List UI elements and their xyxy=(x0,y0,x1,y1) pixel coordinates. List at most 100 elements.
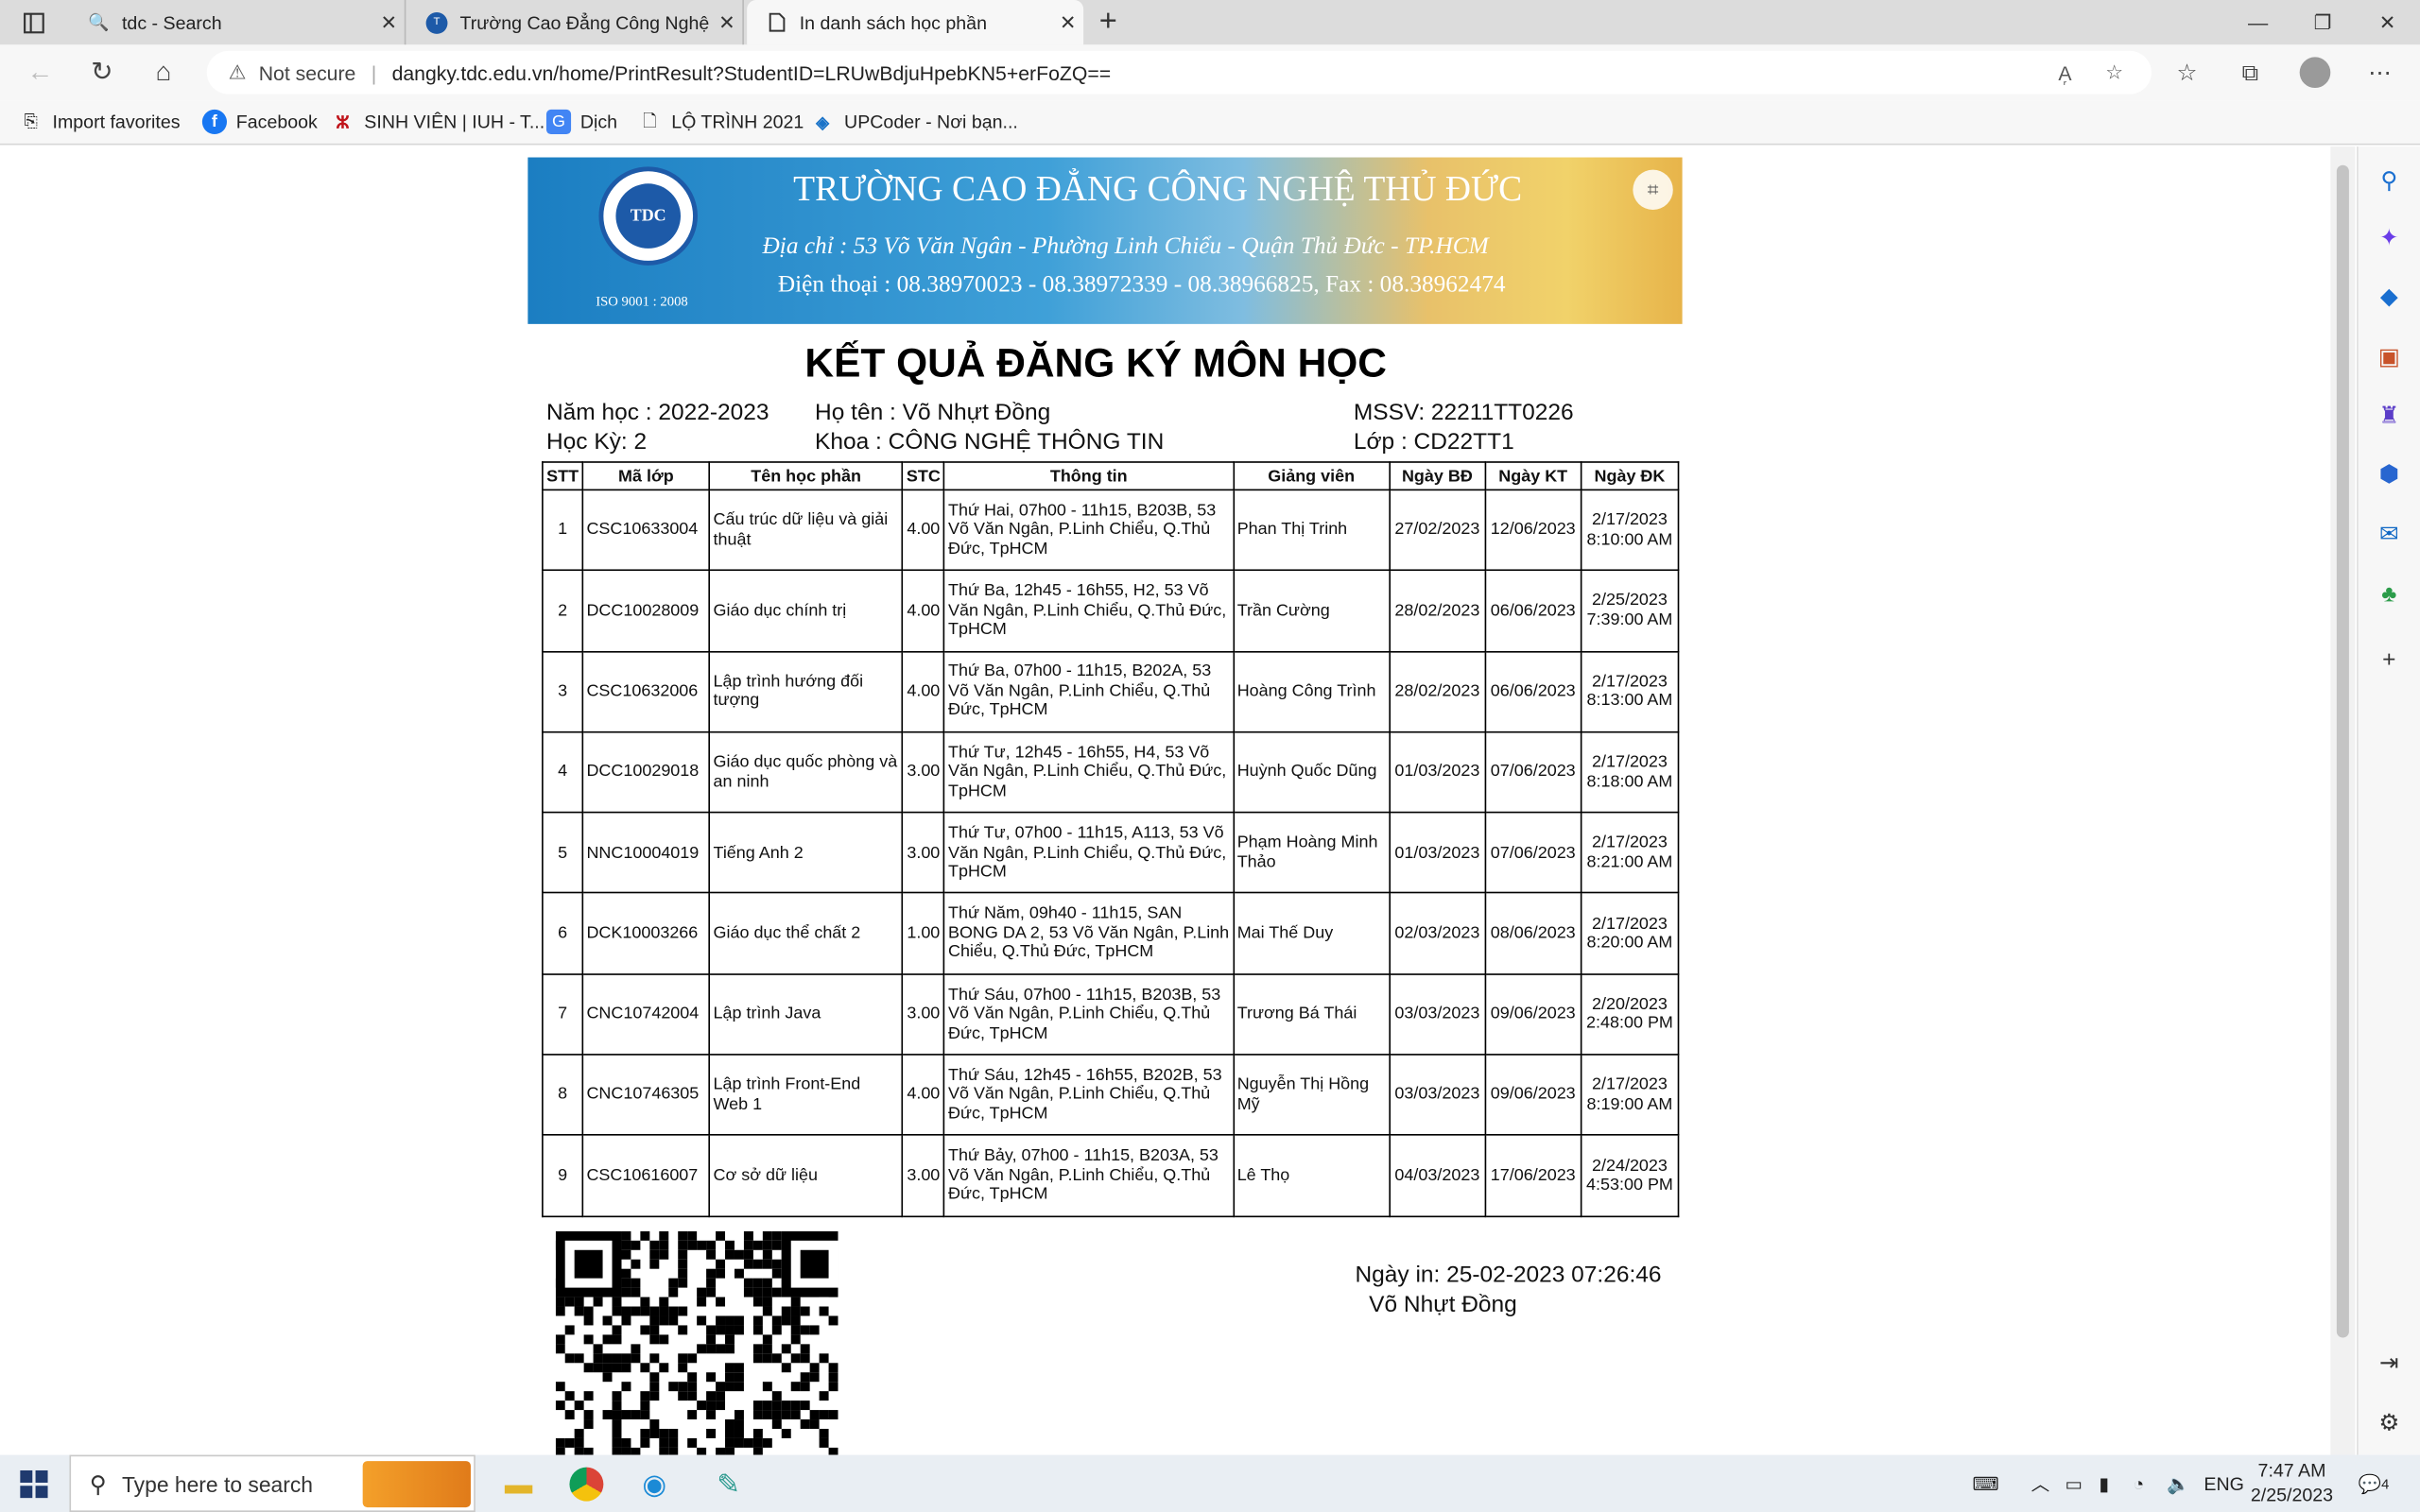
warning-icon[interactable]: ⚠ xyxy=(229,60,247,85)
taskbar-search[interactable]: ⚲ Type here to search xyxy=(69,1454,475,1512)
student-name: Họ tên : Võ Nhựt Đồng xyxy=(815,399,1051,426)
visual-search-icon[interactable]: ⌗ xyxy=(1633,169,1673,211)
search-icon[interactable]: ⚲ xyxy=(2371,162,2408,198)
lecturer: Hoàng Công Trình xyxy=(1232,650,1391,733)
start-date: 02/03/2023 xyxy=(1388,892,1486,975)
read-aloud-icon[interactable]: A᷊ xyxy=(2047,56,2083,90)
end-date: 12/06/2023 xyxy=(1484,489,1582,572)
schedule-info: Thứ Tư, 07h00 - 11h15, A113, 53 Võ Văn N… xyxy=(943,812,1235,895)
favorites-icon[interactable]: ☆ xyxy=(2167,54,2206,91)
app-icon[interactable]: ✎ xyxy=(703,1461,752,1507)
chrome-icon[interactable] xyxy=(562,1461,611,1507)
page-title: KẾT QUẢ ĐĂNG KÝ MÔN HỌC xyxy=(804,339,1387,387)
taskbar: ⚲ Type here to search ▬ ◉ ✎ ⌨ ︿ ▭ ▮ ◔ 🔈 … xyxy=(0,1454,2420,1512)
row-number: 9 xyxy=(542,1134,584,1217)
schedule-info: Thứ Ba, 07h00 - 11h15, B202A, 53 Võ Văn … xyxy=(943,650,1235,733)
tab-print-list[interactable]: In danh sách học phần ✕ xyxy=(747,0,1084,45)
window-close-button[interactable]: ✕ xyxy=(2355,0,2420,44)
outlook-icon[interactable]: ✉ xyxy=(2371,515,2408,552)
column-header: Mã lớp xyxy=(581,461,711,491)
chevron-up-icon[interactable]: ︿ xyxy=(2031,1455,2050,1512)
language-indicator[interactable]: ENG xyxy=(2204,1455,2243,1512)
favorite-lo-trinh[interactable]: 🗋 LỘ TRÌNH 2021 xyxy=(637,107,804,138)
start-date: 27/02/2023 xyxy=(1388,489,1486,572)
close-icon[interactable]: ✕ xyxy=(373,10,405,35)
volume-icon[interactable]: 🔈 xyxy=(2167,1455,2189,1512)
tree-icon[interactable]: ♣ xyxy=(2371,576,2408,612)
school-logo: TDC xyxy=(598,166,698,266)
profile-avatar[interactable] xyxy=(2295,54,2335,91)
favorite-import[interactable]: ⎘ Import favorites xyxy=(19,107,181,138)
refresh-button[interactable]: ↻ xyxy=(80,54,124,91)
page-icon xyxy=(766,11,787,33)
table-row: 9 CSC10616007 Cơ sở dữ liệu 3.00 Thứ Bảy, 07… xyxy=(542,1134,1680,1217)
scrollbar-thumb[interactable] xyxy=(2336,164,2349,1338)
edge-sidebar: ⚲ ✦ ◆ ▣ ♜ ⬢ ✉ ♣ + ⇥ ⚙ xyxy=(2357,146,2420,1455)
games-icon[interactable]: ♜ xyxy=(2371,397,2408,434)
credits: 3.00 xyxy=(901,730,945,814)
end-date: 06/06/2023 xyxy=(1484,569,1582,652)
battery-icon[interactable]: ▮ xyxy=(2099,1455,2109,1512)
tab-actions-button[interactable] xyxy=(12,7,56,41)
print-date: Ngày in: 25-02-2023 07:26:46 xyxy=(1355,1262,1662,1289)
vertical-scrollbar[interactable] xyxy=(2330,146,2356,1455)
file-explorer-icon[interactable]: ▬ xyxy=(493,1461,543,1507)
notification-icon[interactable]: 💬 4 xyxy=(2359,1455,2390,1512)
favorite-upcoder[interactable]: ◈ UPCoder - Nơi bạn... xyxy=(810,107,1018,138)
shopping-icon[interactable]: ◆ xyxy=(2371,278,2408,315)
more-menu-icon[interactable]: ⋯ xyxy=(2360,54,2399,91)
start-date: 03/03/2023 xyxy=(1388,1054,1486,1137)
column-header: Tên học phần xyxy=(708,461,904,491)
address-input[interactable]: ⚠ Not secure | dangky.tdc.edu.vn/home/Pr… xyxy=(206,50,2152,94)
start-button[interactable] xyxy=(0,1455,68,1512)
course-name: Lập trình hướng đối tượng xyxy=(708,650,904,733)
settings-icon[interactable]: ⚙ xyxy=(2371,1404,2408,1441)
favorite-iuh[interactable]: ⵣ SINH VIÊN | IUH - T... xyxy=(330,107,544,138)
favorite-facebook[interactable]: f Facebook xyxy=(201,107,318,138)
credits: 4.00 xyxy=(901,569,945,652)
url-text[interactable]: dangky.tdc.edu.vn/home/PrintResult?Stude… xyxy=(392,60,1112,83)
table-row: 4 DCC10029018 Giáo dục quốc phòng và an ni… xyxy=(542,730,1680,814)
document-icon: 🗋 xyxy=(643,112,657,130)
edge-icon[interactable]: ◉ xyxy=(630,1461,679,1507)
maximize-button[interactable]: ❐ xyxy=(2290,0,2356,44)
end-date: 06/06/2023 xyxy=(1484,650,1582,733)
course-name: Tiếng Anh 2 xyxy=(708,812,904,895)
collections-icon[interactable]: ⧉ xyxy=(2230,54,2270,91)
keyboard-icon[interactable]: ⌨ xyxy=(1973,1455,1999,1512)
schedule-info: Thứ Ba, 12h45 - 16h55, H2, 53 Võ Văn Ngâ… xyxy=(943,569,1235,652)
address-bar-row: ← ↻ ⌂ ⚠ Not secure | dangky.tdc.edu.vn/h… xyxy=(0,44,2420,101)
add-icon[interactable]: + xyxy=(2371,641,2408,678)
print-name: Võ Nhựt Đồng xyxy=(1369,1291,1517,1318)
tab-school[interactable]: T Trường Cao Đẳng Công Nghệ Th ✕ xyxy=(407,0,744,45)
clock[interactable]: 7:47 AM 2/25/2023 xyxy=(2247,1458,2337,1507)
search-highlight-icon xyxy=(362,1461,471,1508)
copilot-icon[interactable]: ✦ xyxy=(2371,219,2408,256)
sidebar-toggle-icon[interactable]: ⇥ xyxy=(2371,1344,2408,1381)
close-icon[interactable]: ✕ xyxy=(1052,10,1083,35)
class-code: DCC10029018 xyxy=(581,730,711,814)
tab-search[interactable]: 🔍 tdc - Search ✕ xyxy=(69,0,406,45)
back-button[interactable]: ← xyxy=(19,54,62,91)
add-favorite-icon[interactable]: ☆ xyxy=(2096,56,2133,90)
favorite-translate[interactable]: G Dịch xyxy=(545,107,617,138)
minimize-button[interactable]: — xyxy=(2225,0,2290,44)
lecturer: Huỳnh Quốc Dũng xyxy=(1232,730,1391,814)
close-icon[interactable]: ✕ xyxy=(712,10,743,35)
credits: 1.00 xyxy=(901,892,945,975)
registration-table: STT Mã lớp Tên học phần STC Thông tin Giảng v… xyxy=(542,461,1680,1217)
column-header: Giảng viên xyxy=(1232,461,1391,491)
tools-icon[interactable]: ▣ xyxy=(2371,338,2408,375)
meet-icon[interactable]: ▭ xyxy=(2065,1455,2083,1512)
network-icon[interactable]: ◔ xyxy=(2133,1455,2144,1512)
office-icon[interactable]: ⬢ xyxy=(2371,455,2408,492)
student-id: MSSV: 22211TT0226 xyxy=(1353,399,1574,426)
new-tab-button[interactable]: + xyxy=(1090,5,1127,42)
table-row: 7 CNC10742004 Lập trình Java 3.00 Thứ Sáu, 0… xyxy=(542,972,1680,1056)
qr-code xyxy=(555,1230,838,1455)
table-row: 1 CSC10633004 Cấu trúc dữ liệu và giải thu… xyxy=(542,489,1680,572)
credits: 4.00 xyxy=(901,650,945,733)
home-button[interactable]: ⌂ xyxy=(142,54,185,91)
row-number: 6 xyxy=(542,892,584,975)
start-date: 03/03/2023 xyxy=(1388,972,1486,1056)
